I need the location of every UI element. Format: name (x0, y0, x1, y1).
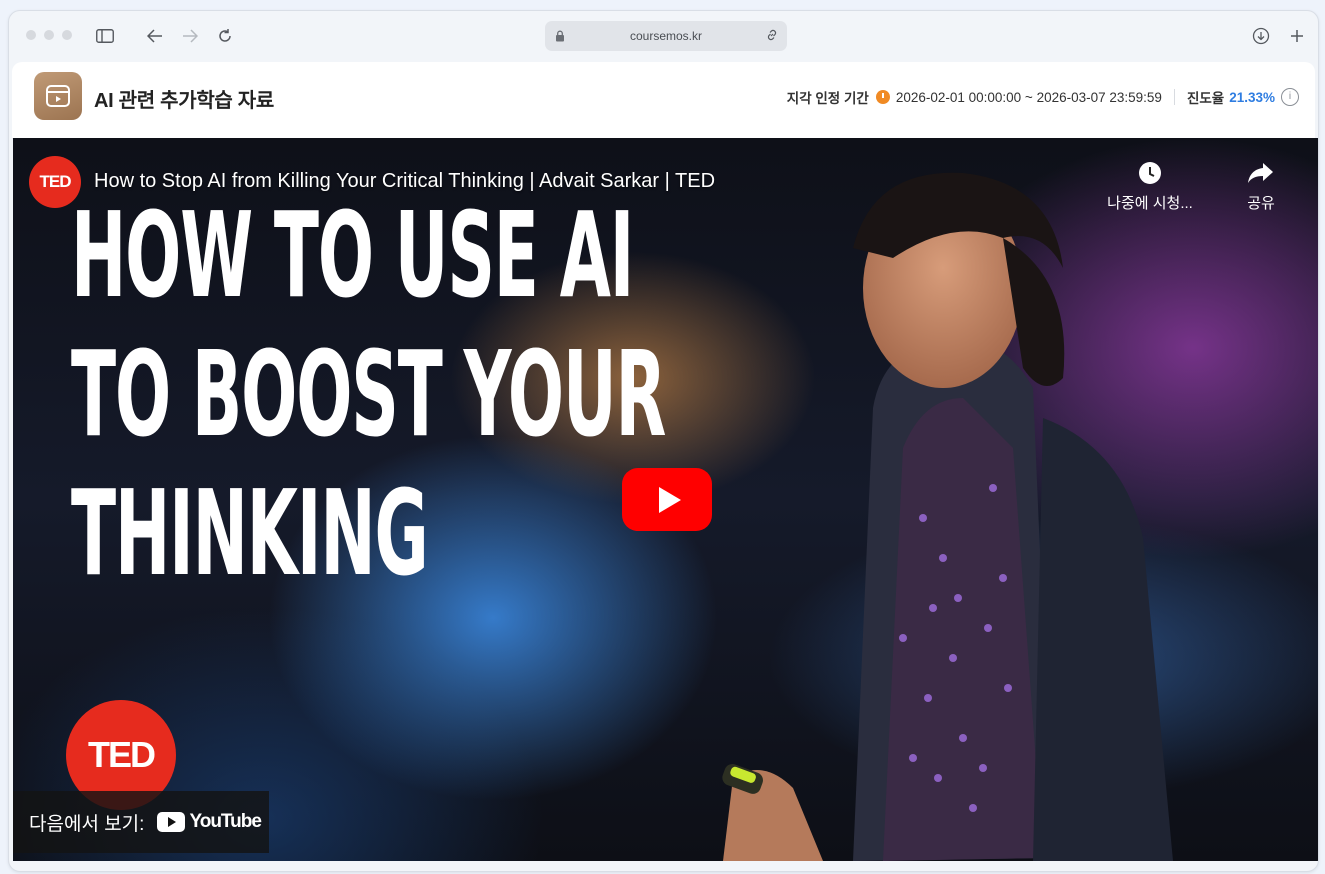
browser-toolbar: coursemos.kr (9, 11, 1318, 61)
watch-on-label: 다음에서 보기: (29, 813, 145, 835)
thumbnail-line: THINKING (71, 464, 429, 602)
play-icon (658, 486, 681, 513)
youtube-logo: YouTube (157, 811, 262, 833)
thumbnail-headline: HOW TO USE AI TO BOOST YOUR THINKING (71, 186, 666, 603)
browser-window: coursemos.kr AI 관련 추가학습 자료 지각 인정 기간 2026… (8, 10, 1319, 872)
channel-avatar[interactable]: TED (29, 156, 81, 208)
download-icon[interactable] (1249, 24, 1273, 48)
share-label: 공유 (1247, 195, 1275, 212)
thumbnail-line: TO BOOST YOUR (71, 325, 666, 463)
thumbnail-line: HOW TO USE AI (71, 186, 634, 324)
progress-label: 진도율 (1186, 91, 1225, 106)
course-header: AI 관련 추가학습 자료 지각 인정 기간 2026-02-01 00:00:… (12, 62, 1315, 139)
attendance-info: 지각 인정 기간 2026-02-01 00:00:00 ~ 2026-03-0… (787, 87, 1299, 107)
clock-icon (875, 90, 890, 104)
share-button[interactable]: 공유 (1235, 158, 1287, 213)
close-window-button[interactable] (26, 30, 36, 40)
video-title[interactable]: How to Stop AI from Killing Your Critica… (94, 170, 715, 193)
youtube-label: YouTube (189, 811, 261, 832)
reload-icon[interactable] (213, 24, 237, 48)
url-text: coursemos.kr (629, 29, 703, 43)
youtube-icon (157, 812, 186, 832)
page-title: AI 관련 추가학습 자료 (94, 90, 274, 112)
divider (1173, 89, 1175, 105)
late-period-value: 2026-02-01 00:00:00 ~ 2026-03-07 23:59:5… (895, 89, 1162, 105)
sidebar-icon[interactable] (93, 24, 117, 48)
clock-icon (1095, 158, 1205, 188)
address-bar[interactable]: coursemos.kr (545, 21, 787, 51)
video-resource-icon (34, 72, 82, 120)
progress-value: 21.33% (1229, 89, 1275, 105)
zoom-window-button[interactable] (62, 30, 72, 40)
watch-later-label: 나중에 시청... (1107, 195, 1193, 212)
forward-arrow-icon[interactable] (178, 24, 202, 48)
speaker-image (722, 172, 1173, 861)
minimize-window-button[interactable] (44, 30, 54, 40)
play-button[interactable] (622, 468, 712, 531)
watch-on-youtube[interactable]: 다음에서 보기: YouTube (13, 791, 269, 853)
youtube-player[interactable]: HOW TO USE AI TO BOOST YOUR THINKING TED… (13, 138, 1318, 861)
late-period-label: 지각 인정 기간 (786, 91, 869, 106)
link-icon[interactable] (765, 28, 779, 47)
back-arrow-icon[interactable] (143, 24, 167, 48)
share-arrow-icon (1235, 158, 1287, 188)
watch-later-button[interactable]: 나중에 시청... (1095, 158, 1205, 213)
new-tab-plus-icon[interactable] (1285, 24, 1309, 48)
info-icon[interactable]: i (1281, 88, 1299, 106)
